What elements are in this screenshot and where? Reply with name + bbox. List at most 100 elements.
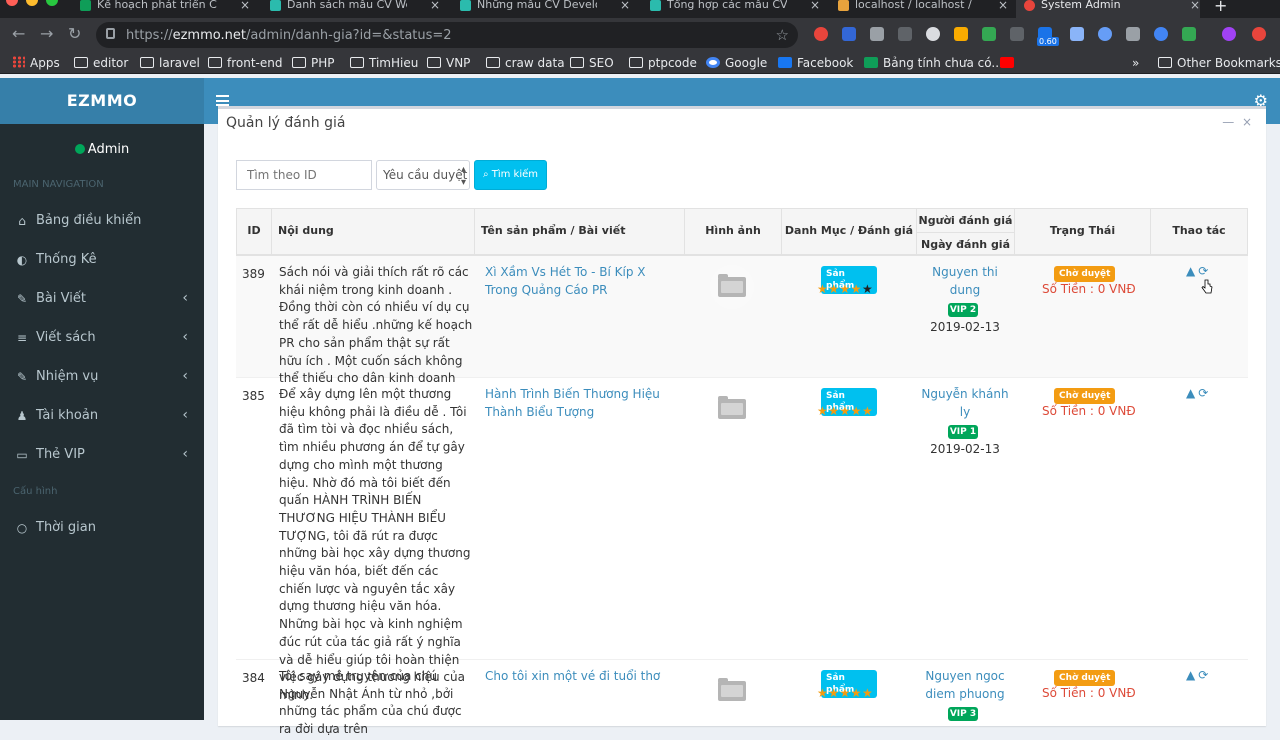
close-tab-icon[interactable]: × (810, 0, 820, 11)
minimize-window-button[interactable] (26, 0, 38, 6)
extension-icon[interactable] (842, 27, 856, 41)
product-link[interactable]: Hành Trình Biến Thương Hiệu Thành Biểu T… (485, 386, 665, 421)
dashboard-icon: ⌂ (18, 214, 26, 228)
bookmark-folder[interactable]: front-end (208, 56, 282, 70)
image-placeholder-icon (718, 678, 746, 701)
close-tab-icon[interactable]: × (620, 0, 630, 11)
browser-tab-active[interactable]: System Admin × (1016, 0, 1200, 18)
sidebar-item-tasks[interactable]: ✎ Nhiệm vụ ‹ (0, 357, 204, 396)
bookmark-folder[interactable]: ptpcode (629, 56, 697, 70)
column-header-actions: Thao tác (1151, 208, 1248, 256)
bookmark-folder[interactable]: editor (74, 56, 128, 70)
sidebar-item-dashboard[interactable]: ⌂ Bảng điều khiển (0, 201, 204, 240)
extension-icon[interactable] (1252, 27, 1266, 41)
bookmark-folder[interactable]: laravel (140, 56, 200, 70)
bookmark-folder[interactable]: SEO (570, 56, 614, 70)
bookmark-folder[interactable]: craw data (486, 56, 565, 70)
browser-tab[interactable]: Tổng hợp các mẫu CV Ele× (650, 0, 820, 18)
back-icon[interactable]: ← (12, 24, 25, 43)
warning-icon[interactable]: ▲ (1186, 386, 1195, 400)
folder-icon (570, 57, 584, 68)
apps-grid-icon (12, 56, 25, 68)
sidebar-item-stats[interactable]: ◐ Thống Kê (0, 240, 204, 279)
bookmark-folder[interactable]: PHP (292, 56, 335, 70)
extension-icon[interactable] (898, 27, 912, 41)
google-icon (706, 57, 720, 68)
select-arrows-icon: ▴ ▾ (460, 164, 466, 188)
extension-icon[interactable] (1098, 27, 1112, 41)
folder-icon (1158, 57, 1172, 68)
chart-extension-icon[interactable] (982, 27, 996, 41)
reviewer-name[interactable]: Nguyen thi dung (921, 264, 1009, 299)
forward-icon[interactable]: → (40, 24, 53, 43)
bookmark-youtube[interactable] (1000, 56, 1019, 70)
product-link[interactable]: Xì Xầm Vs Hét To - Bí Kíp X Trong Quảng … (485, 264, 665, 299)
url-host: ezmmo.net (172, 28, 246, 43)
link-extension-icon[interactable] (1126, 27, 1140, 41)
close-icon[interactable]: × (1242, 115, 1252, 129)
collapse-icon[interactable]: — (1222, 115, 1234, 129)
close-tab-icon[interactable]: × (430, 0, 440, 11)
reward-amount: Số Tiền : 0 VNĐ (1042, 282, 1136, 296)
gear-extension-icon[interactable] (926, 27, 940, 41)
reviewer-name[interactable]: Nguyễn khánh ly (921, 386, 1009, 421)
online-status-icon (74, 144, 85, 154)
column-header-content: Nội dung (272, 208, 475, 256)
camera-extension-icon[interactable] (870, 27, 884, 41)
extension-icon[interactable] (1154, 27, 1168, 41)
bookmark-folder[interactable]: VNP (427, 56, 470, 70)
refresh-icon[interactable]: ⟳ (1198, 264, 1208, 278)
reviewer-name[interactable]: Nguyen ngoc diem phuong (921, 668, 1009, 703)
extension-icon[interactable] (814, 27, 828, 41)
search-button[interactable]: ⌕ Tìm kiếm (474, 160, 547, 190)
sidebar-item-books[interactable]: ≡ Viết sách ‹ (0, 318, 204, 357)
column-header-product: Tên sản phẩm / Bài viết (475, 208, 685, 256)
bookmark-folder[interactable]: TimHieu (350, 56, 418, 70)
chevron-left-icon: ‹ (182, 290, 188, 306)
new-tab-button[interactable]: + (1214, 0, 1227, 15)
user-icon: ♟ (16, 409, 28, 423)
warning-icon[interactable]: ▲ (1186, 264, 1195, 278)
card-icon: ▭ (16, 448, 28, 462)
close-tab-icon[interactable]: × (1190, 0, 1200, 11)
search-id-input[interactable] (236, 160, 372, 190)
extension-icon[interactable] (1182, 27, 1196, 41)
product-link[interactable]: Cho tôi xin một vé đi tuổi thơ (485, 668, 665, 686)
sidebar-item-time[interactable]: ○ Thời gian (0, 508, 204, 547)
refresh-icon[interactable]: ⟳ (1198, 386, 1208, 400)
browser-tab[interactable]: Những mẫu CV Developer× (460, 0, 630, 18)
chevron-left-icon: ‹ (182, 329, 188, 345)
edit-icon: ✎ (16, 370, 28, 384)
sidebar-item-posts[interactable]: ✎ Bài Viết ‹ (0, 279, 204, 318)
extension-icon[interactable] (1070, 27, 1084, 41)
browser-tab[interactable]: Kế hoạch phát triển CV - C× (80, 0, 250, 18)
warning-icon[interactable]: ▲ (1186, 668, 1195, 682)
maximize-window-button[interactable] (46, 0, 58, 6)
bookmark-star-icon[interactable]: ☆ (776, 26, 789, 44)
sidebar-item-accounts[interactable]: ♟ Tài khoản ‹ (0, 396, 204, 435)
bookmarks-overflow-icon[interactable]: » (1132, 56, 1139, 70)
refresh-icon[interactable]: ⟳ (1198, 668, 1208, 682)
status-select[interactable]: Yêu cầu duyệt ▴ ▾ (376, 160, 470, 190)
site-icon (650, 0, 661, 11)
bookmark-sheets[interactable]: Bảng tính chưa có... (864, 56, 1003, 70)
reload-icon[interactable]: ↻ (68, 24, 81, 43)
close-window-button[interactable] (6, 0, 18, 6)
close-tab-icon[interactable]: × (240, 0, 250, 11)
sidebar-item-vip-cards[interactable]: ▭ Thẻ VIP ‹ (0, 435, 204, 474)
bookmark-facebook[interactable]: Facebook (778, 56, 853, 70)
app-logo[interactable]: EZMMO (0, 78, 204, 124)
font-extension-icon[interactable] (1010, 27, 1024, 41)
folder-icon (629, 57, 643, 68)
bookmark-google[interactable]: Google (706, 56, 767, 70)
profile-avatar[interactable] (1222, 27, 1236, 41)
browser-tab[interactable]: Danh sách mẫu CV Web D× (270, 0, 440, 18)
address-bar[interactable]: https://ezmmo.net/admin/danh-gia?id=&sta… (96, 22, 798, 48)
browser-tab[interactable]: localhost / localhost / dua× (838, 0, 1008, 18)
sidebar-toggle-icon[interactable] (216, 95, 229, 106)
bookmark-apps[interactable]: Apps (12, 56, 60, 70)
extension-icon[interactable] (954, 27, 968, 41)
column-header-reviewer-name: Người đánh giá (917, 209, 1014, 233)
other-bookmarks[interactable]: Other Bookmarks (1158, 56, 1280, 70)
close-tab-icon[interactable]: × (998, 0, 1008, 11)
